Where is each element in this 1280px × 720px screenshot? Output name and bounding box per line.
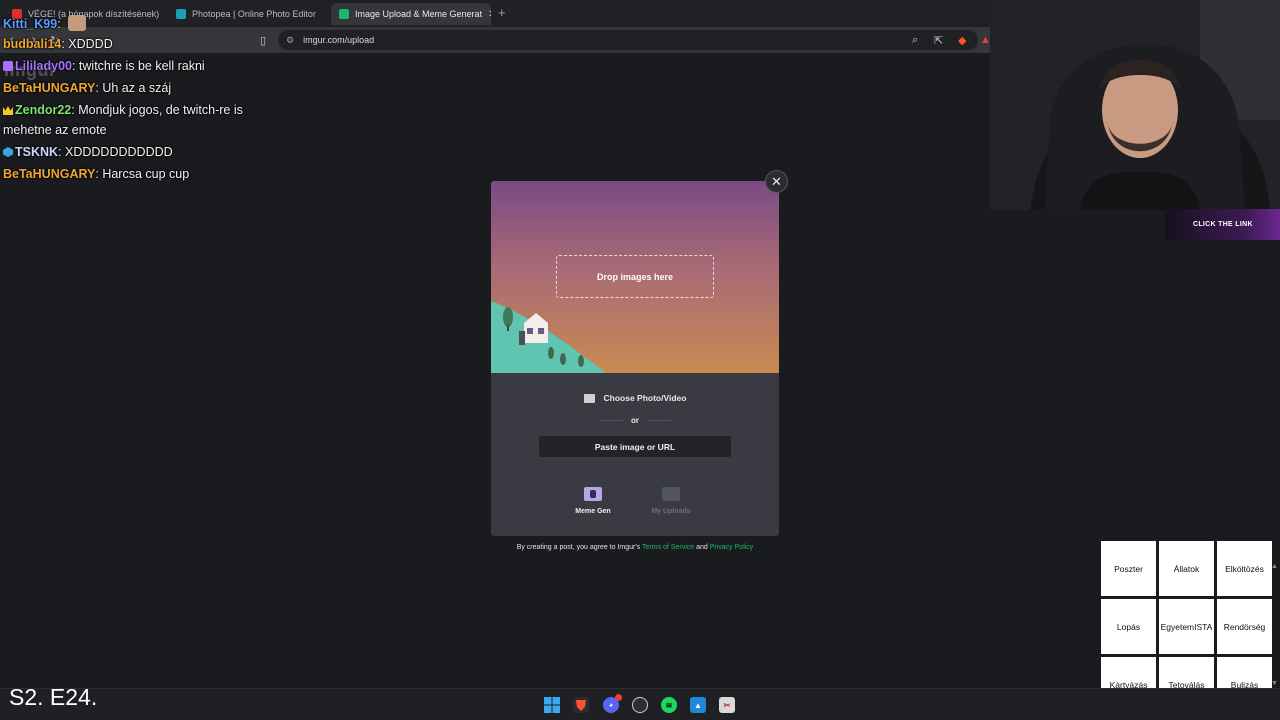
- drop-zone-label: Drop images here: [596, 271, 674, 282]
- tab-close-icon[interactable]: ✕: [482, 9, 491, 20]
- brave-browser-icon[interactable]: [573, 697, 589, 713]
- chat-text: : Uh az a száj: [95, 81, 172, 95]
- crown-badge-icon: [3, 106, 13, 115]
- privacy-policy-link[interactable]: Privacy Policy: [710, 544, 754, 551]
- stream-chat: Kitti_K99: budbali14: XDDDD Lililady00: …: [0, 14, 270, 184]
- photos-icon[interactable]: ▲: [690, 697, 706, 713]
- chat-text: :: [57, 17, 61, 31]
- meme-gen-label: Meme Gen: [575, 508, 611, 515]
- or-label: or: [631, 416, 639, 425]
- chat-username: BeTaHUNGARY: [3, 81, 96, 95]
- sub-badge-icon: [3, 61, 13, 71]
- chat-text: : XDDDDDDDDDDD: [58, 145, 173, 159]
- terms-prefix: By creating a post, you agree to Imgur's: [516, 544, 643, 551]
- webcam-feed: [990, 0, 1280, 210]
- chat-text: : XDDDD: [61, 37, 113, 51]
- zoom-icon[interactable]: ⌕: [912, 34, 918, 47]
- image-icon: [583, 393, 595, 403]
- cta-label: CLICK THE LINK: [1193, 221, 1253, 228]
- divider-line: [599, 420, 623, 421]
- chat-message: BeTaHUNGARY: Uh az a száj: [0, 78, 270, 98]
- terms-notice: By creating a post, you agree to Imgur's…: [491, 544, 779, 551]
- bingo-cell: Rendörség: [1217, 599, 1272, 654]
- bingo-cell: Poszter: [1101, 541, 1156, 596]
- snipping-tool-icon[interactable]: ✂: [719, 697, 735, 713]
- my-uploads-icon: [662, 487, 680, 501]
- chat-text: : Harcsa cup cup: [95, 167, 190, 181]
- tab-imgur-upload[interactable]: Image Upload & Meme Generat ✕: [331, 3, 491, 25]
- chat-avatar: [68, 15, 87, 31]
- or-divider: or: [491, 416, 779, 425]
- chat-username: BeTaHUNGARY: [3, 167, 96, 181]
- spotify-icon[interactable]: ≋: [661, 697, 677, 713]
- drop-zone[interactable]: Drop images here: [556, 255, 714, 298]
- discord-icon[interactable]: ◕: [603, 694, 622, 713]
- chat-message: Lililady00: twitchre is be kell rakni: [0, 56, 270, 76]
- divider-line: [647, 420, 671, 421]
- choose-photo-button[interactable]: Choose Photo/Video: [491, 393, 779, 403]
- meme-gen-icon: [584, 487, 602, 501]
- windows-start-icon[interactable]: [544, 697, 560, 713]
- chat-message: TSKNK: XDDDDDDDDDDD: [0, 142, 270, 162]
- chat-message: Zendor22: Mondjuk jogos, de twitch-re is…: [0, 100, 260, 140]
- my-uploads-button[interactable]: My Uploads: [641, 487, 701, 515]
- brave-shield-icon[interactable]: ◆: [958, 34, 966, 47]
- imgur-favicon-icon: [339, 9, 349, 19]
- paste-url-input[interactable]: Paste image or URL: [539, 436, 731, 457]
- chat-message: budbali14: XDDDD: [0, 34, 270, 54]
- bingo-cell: Állatok: [1159, 541, 1214, 596]
- scroll-up-arrow-icon[interactable]: ▲: [1271, 563, 1278, 570]
- screen: VÉGE! (a hónapok díszítésének) Photopea …: [0, 0, 1280, 720]
- scroll-down-arrow-icon[interactable]: ▼: [1271, 680, 1278, 687]
- chat-username: Lililady00: [15, 59, 72, 73]
- episode-label: S2. E24.: [9, 684, 98, 710]
- close-icon: ✕: [771, 173, 782, 189]
- tab-title: Image Upload & Meme Generat: [355, 9, 483, 19]
- chat-message: Kitti_K99:: [0, 14, 270, 34]
- close-modal-button[interactable]: ✕: [765, 170, 788, 193]
- address-bar[interactable]: ⚙ imgur.com/upload: [278, 30, 978, 50]
- hill-illustration: [491, 301, 606, 373]
- site-info-icon[interactable]: ⚙: [286, 35, 294, 46]
- chat-username: Zendor22: [15, 103, 72, 117]
- terms-of-service-link[interactable]: Terms of Service: [642, 544, 694, 551]
- chat-username: Kitti_K99: [3, 17, 58, 31]
- gem-badge-icon: [3, 147, 13, 157]
- paste-url-label: Paste image or URL: [594, 441, 676, 452]
- chat-message: BeTaHUNGARY: Harcsa cup cup: [0, 164, 270, 184]
- upload-hero: Drop images here: [491, 181, 779, 373]
- upload-modal: Drop images here Choose Photo/Video or P…: [491, 181, 779, 536]
- bingo-board: Poszter Állatok Elköltözés Lopás Egyetem…: [1100, 540, 1272, 712]
- chat-text: : twitchre is be kell rakni: [71, 59, 205, 73]
- obs-icon[interactable]: [632, 697, 648, 713]
- new-tab-button[interactable]: +: [498, 5, 506, 20]
- choose-photo-label: Choose Photo/Video: [603, 393, 687, 403]
- click-the-link-banner[interactable]: CLICK THE LINK: [1165, 209, 1280, 240]
- my-uploads-label: My Uploads: [651, 508, 691, 515]
- share-icon[interactable]: ⇱: [934, 34, 943, 47]
- meme-gen-button[interactable]: Meme Gen: [563, 487, 623, 515]
- terms-and: and: [694, 544, 710, 551]
- chat-username: TSKNK: [15, 145, 59, 159]
- bingo-cell: EgyetemISTA: [1159, 599, 1214, 654]
- bingo-cell: Elköltözés: [1217, 541, 1272, 596]
- address-bar-url: imgur.com/upload: [303, 35, 375, 45]
- chat-username: budbali14: [3, 37, 62, 51]
- notification-badge: [615, 694, 622, 701]
- bingo-cell: Lopás: [1101, 599, 1156, 654]
- taskbar: ◕ ≋ ▲ ✂: [0, 688, 1280, 720]
- streamer-video: [990, 0, 1280, 210]
